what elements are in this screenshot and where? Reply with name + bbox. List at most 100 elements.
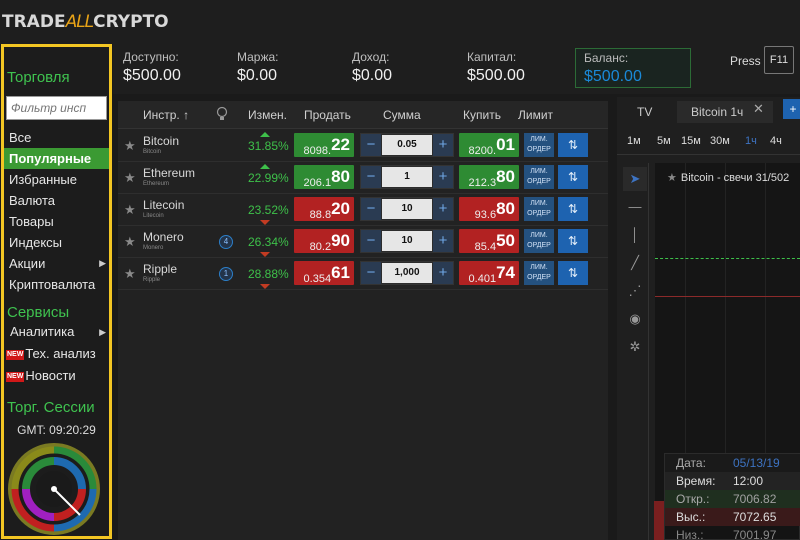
price-alert-icon[interactable]: ⇅ [558,229,588,253]
notification-badge[interactable]: 4 [219,235,233,249]
limit-order-button[interactable]: ЛИМ. ОРДЕР [524,261,554,285]
sell-price-button[interactable]: 80.290 [294,229,354,253]
plus-button[interactable]: + [433,134,453,156]
timeframe-3[interactable]: 30м [710,135,730,147]
limit-order-button[interactable]: ЛИМ. ОРДЕР [524,165,554,189]
stat-income-value: $0.00 [352,67,393,84]
star-icon[interactable]: ★ [124,202,136,218]
minus-button[interactable]: − [361,166,381,188]
gear-icon[interactable]: ✲ [623,335,647,359]
price-alert-icon[interactable]: ⇅ [558,133,588,157]
sidebar-item-6[interactable]: Акции ▶ [4,253,109,274]
quantity-input[interactable]: 0.05 [382,135,432,155]
timeframe-1[interactable]: 5м [657,135,671,147]
limit-order-button[interactable]: ЛИМ. ОРДЕР [524,133,554,157]
price-alert-icon[interactable]: ⇅ [558,165,588,189]
minus-button[interactable]: − [361,198,381,220]
instrument-name[interactable]: Bitcoin [143,134,179,148]
instruments-panel: Инстр. ↑ Измен. Продать Сумма Купить Лим… [118,101,608,540]
buy-price-button[interactable]: 212.380 [459,165,519,189]
service-item-0[interactable]: Аналитика ▶ [4,321,109,343]
sidebar-item-4[interactable]: Товары [4,211,109,232]
ask-price-line [655,258,800,259]
limit-order-button[interactable]: ЛИМ. ОРДЕР [524,197,554,221]
trading-sessions-clock-icon [8,443,100,535]
sidebar-item-label: Валюта [9,193,55,208]
star-icon[interactable]: ★ [124,138,136,154]
minus-button[interactable]: − [361,230,381,252]
info-time-value: 12:00 [733,474,764,488]
info-low-label: Низ.: [676,528,704,540]
buy-price-button[interactable]: 85.450 [459,229,519,253]
minus-button[interactable]: − [361,262,381,284]
buy-price-button[interactable]: 8200.01 [459,133,519,157]
sell-price-button[interactable]: 206.180 [294,165,354,189]
fullscreen-f11-button[interactable]: F11 [764,46,794,74]
cursor-icon[interactable]: ➤ [623,167,647,191]
quantity-input[interactable]: 10 [382,199,432,219]
sidebar-item-7[interactable]: Криптовалюта [4,274,109,295]
trend-up-icon [260,132,270,137]
change-percent: 31.85% [248,139,289,153]
header-amount: Сумма [383,108,421,122]
sell-price-button[interactable]: 8098.22 [294,133,354,157]
star-icon[interactable]: ★ [124,170,136,186]
instrument-name[interactable]: Ripple [143,262,177,276]
timeframe-2[interactable]: 15м [681,135,701,147]
header-instrument[interactable]: Инстр. ↑ [143,108,189,122]
eye-icon[interactable]: ◉ [623,307,647,331]
timeframe-5[interactable]: 4ч [770,135,782,147]
buy-price-button[interactable]: 0.40174 [459,261,519,285]
info-open-value: 7006.82 [733,492,777,506]
sell-price-small: 206.1 [303,177,332,189]
sidebar-item-3[interactable]: Валюта [4,190,109,211]
quantity-input[interactable]: 10 [382,231,432,251]
services-heading: Сервисы [7,304,70,321]
sell-price-button[interactable]: 0.35461 [294,261,354,285]
plus-button[interactable]: + [433,198,453,220]
limit-order-button[interactable]: ЛИМ. ОРДЕР [524,229,554,253]
star-icon[interactable]: ★ [667,172,677,184]
quantity-stepper: −10 + [360,197,454,221]
quantity-stepper: −0.05 + [360,133,454,157]
sell-price-button[interactable]: 88.820 [294,197,354,221]
header-limit: Лимит [518,108,554,122]
minus-button[interactable]: − [361,134,381,156]
notification-badge[interactable]: 1 [219,267,233,281]
trend-line-icon[interactable]: ╱ [623,251,647,275]
close-icon[interactable]: ✕ [753,101,764,117]
sidebar-item-label: Избранные [9,172,77,187]
plus-button[interactable]: + [433,230,453,252]
plus-button[interactable]: + [433,262,453,284]
quantity-input[interactable]: 1,000 [382,263,432,283]
horizontal-line-icon[interactable]: — [623,195,647,219]
price-alert-icon[interactable]: ⇅ [558,261,588,285]
timeframe-4[interactable]: 1ч [745,135,757,147]
quantity-input[interactable]: 1 [382,167,432,187]
sidebar-item-5[interactable]: Индексы [4,232,109,253]
sidebar-item-0[interactable]: Все [4,127,109,148]
instrument-name[interactable]: Ethereum [143,166,195,180]
instrument-filter-input[interactable] [6,96,107,120]
chart-title-text: Bitcoin - свечи 31/502 [680,172,790,184]
sidebar-item-2[interactable]: Избранные [4,169,109,190]
star-icon[interactable]: ★ [124,266,136,282]
sell-price-big: 20 [331,199,350,218]
sidebar-item-1[interactable]: Популярные [4,148,109,169]
info-time-label: Время: [676,474,716,488]
ray-line-icon[interactable]: ⋰ [623,279,647,303]
timeframe-0[interactable]: 1м [627,135,641,147]
buy-price-button[interactable]: 93.680 [459,197,519,221]
instrument-name[interactable]: Monero [143,230,184,244]
star-icon[interactable]: ★ [124,234,136,250]
instrument-name[interactable]: Litecoin [143,198,184,212]
plus-button[interactable]: + [433,166,453,188]
service-item-1[interactable]: NEW Тех. анализ [4,343,109,365]
add-chart-button[interactable]: + [783,99,800,119]
vertical-line-icon[interactable]: │ [623,223,647,247]
price-alert-icon[interactable]: ⇅ [558,197,588,221]
tab-tv[interactable]: TV [637,101,652,123]
service-item-2[interactable]: NEW Новости [4,365,109,387]
lightbulb-icon[interactable] [216,106,228,125]
trading-heading: Торговля [7,69,70,86]
